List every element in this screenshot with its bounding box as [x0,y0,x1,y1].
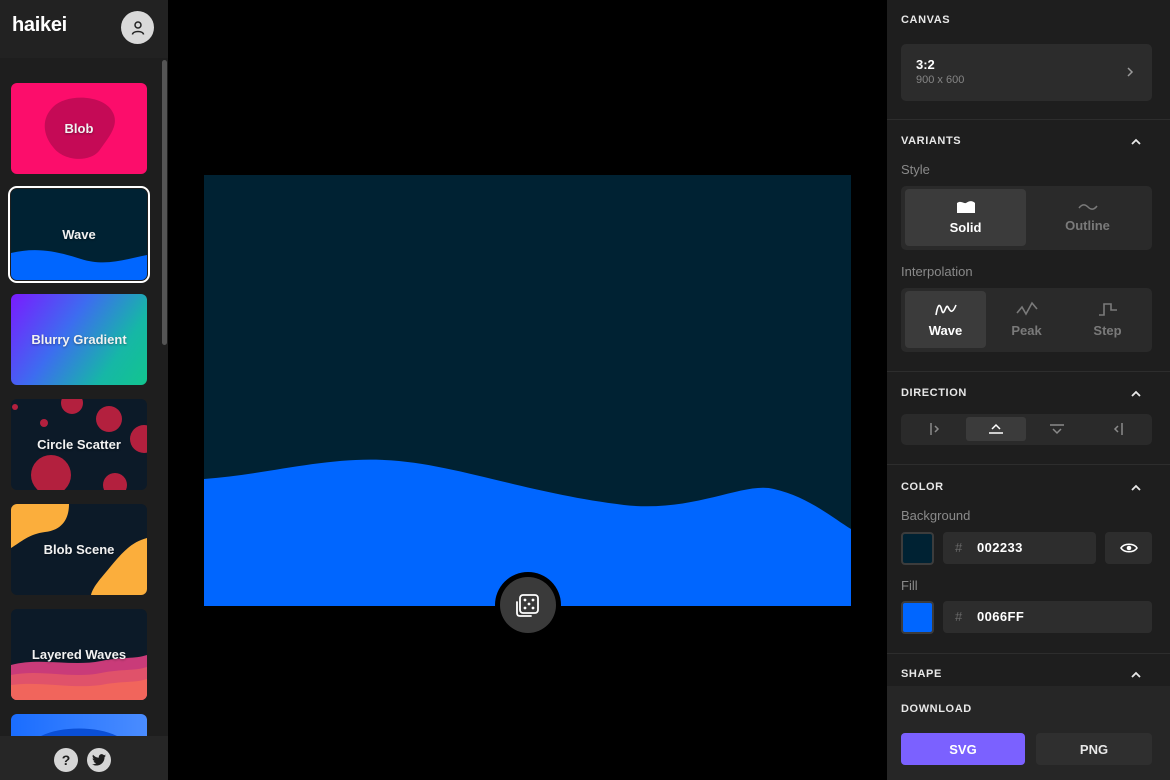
generator-item-blob-scene[interactable]: Blob Scene [11,504,147,595]
fill-hex-value: 0066FF [977,609,1025,624]
wave-canvas [204,175,851,606]
background-hex-input[interactable]: # 002233 [943,532,1096,564]
generator-item-label: Blob Scene [43,542,115,557]
color-section-title: COLOR [901,481,944,493]
settings-panel: CANVAS 3:2 900 x 600 VARIANTS Style Soli… [887,0,1170,780]
direction-option-down[interactable] [1027,417,1086,441]
generator-item-label: Blurry Gradient [31,332,127,347]
twitter-button[interactable] [87,748,111,772]
canvas-ratio: 3:2 [916,57,935,72]
background-hex-value: 002233 [977,540,1023,555]
variants-section-title: VARIANTS [901,135,962,147]
fill-color-label: Fill [901,578,918,593]
randomize-button-face [500,577,556,633]
chevron-right-icon [1127,67,1134,77]
sidebar-scrollbar[interactable] [162,60,167,345]
style-label: Style [901,162,930,177]
eye-icon [1119,543,1138,553]
style-toggle: Solid Outline [901,186,1152,250]
chevron-up-icon[interactable] [1130,136,1142,148]
help-icon: ? [61,752,71,768]
fill-hex-input[interactable]: # 0066FF [943,601,1152,633]
outline-wave-icon [1077,204,1098,210]
dice-icon [516,594,539,617]
canvas-section-title: CANVAS [901,14,951,26]
interpolation-option-peak[interactable]: Peak [986,291,1067,348]
fill-color-swatch[interactable] [901,601,934,634]
direction-option-up[interactable] [966,417,1026,441]
interpolation-toggle: Wave Peak Step [901,288,1152,352]
style-option-label: Outline [1065,218,1110,233]
direction-option-left[interactable] [905,417,964,441]
generator-item-label: Circle Scatter [37,437,121,452]
chevron-up-icon[interactable] [1130,669,1142,681]
divider [887,464,1170,465]
generator-sidebar: haikei Blob Wave Blurry Gradient Circle … [0,0,168,780]
chevron-up-icon[interactable] [1130,388,1142,400]
download-section-title: DOWNLOAD [901,703,972,715]
solid-wave-icon [956,201,975,213]
style-option-outline[interactable]: Outline [1027,189,1148,246]
download-svg-button[interactable]: SVG [901,733,1025,765]
direction-section-title: DIRECTION [901,387,967,399]
interpolation-option-step[interactable]: Step [1067,291,1148,348]
direction-up-icon [989,423,1003,434]
style-option-label: Solid [949,220,982,235]
generator-item-next[interactable] [11,714,147,736]
twitter-icon [92,754,106,766]
hash-label: # [955,540,963,555]
download-section: DOWNLOAD SVG PNG [887,686,1170,780]
divider [887,371,1170,372]
canvas-dimensions: 900 x 600 [916,74,965,86]
generator-item-blob[interactable]: Blob [11,83,147,174]
step-curve-icon [1098,303,1117,316]
randomize-button[interactable] [495,572,561,638]
generator-item-layered-waves[interactable]: Layered Waves [11,609,147,700]
generator-item-label: Wave [62,227,96,242]
interpolation-label: Interpolation [901,264,973,279]
hash-label: # [955,609,963,624]
style-option-solid[interactable]: Solid [905,189,1026,246]
app-logo[interactable]: haikei [12,14,67,37]
generator-item-label: Layered Waves [31,647,127,662]
divider [887,119,1170,120]
interpolation-option-label: Wave [928,323,963,338]
generator-item-label: Blob [64,121,94,136]
interpolation-option-wave[interactable]: Wave [905,291,986,348]
generator-item-circle-scatter[interactable]: Circle Scatter [11,399,147,490]
interpolation-option-label: Peak [1011,323,1042,338]
next-thumbnail-art [41,728,117,736]
direction-right-icon [1113,423,1123,435]
generator-item-wave[interactable]: Wave [8,186,150,283]
wave-artwork [204,459,851,606]
user-icon [131,20,144,35]
wave-curve-icon [934,304,957,316]
direction-option-right[interactable] [1088,417,1148,441]
direction-down-icon [1049,424,1064,435]
toggle-background-visibility-button[interactable] [1105,532,1152,564]
direction-left-icon [929,423,939,435]
user-account-button[interactable] [121,11,154,44]
peak-curve-icon [1015,301,1038,316]
generator-item-blurry-gradient[interactable]: Blurry Gradient [11,294,147,385]
divider [887,653,1170,654]
direction-toggle [901,414,1152,445]
background-color-swatch[interactable] [901,532,934,565]
sidebar-header: haikei [0,0,168,58]
generator-list[interactable]: Blob Wave Blurry Gradient Circle Scatter… [0,58,162,736]
download-png-button[interactable]: PNG [1036,733,1152,765]
chevron-up-icon[interactable] [1130,482,1142,494]
help-button[interactable]: ? [54,748,78,772]
canvas-size-selector[interactable]: 3:2 900 x 600 [901,44,1152,101]
interpolation-option-label: Step [1093,323,1122,338]
sidebar-footer: ? [0,736,168,780]
background-color-label: Background [901,508,971,523]
shape-section-title: SHAPE [901,668,942,680]
